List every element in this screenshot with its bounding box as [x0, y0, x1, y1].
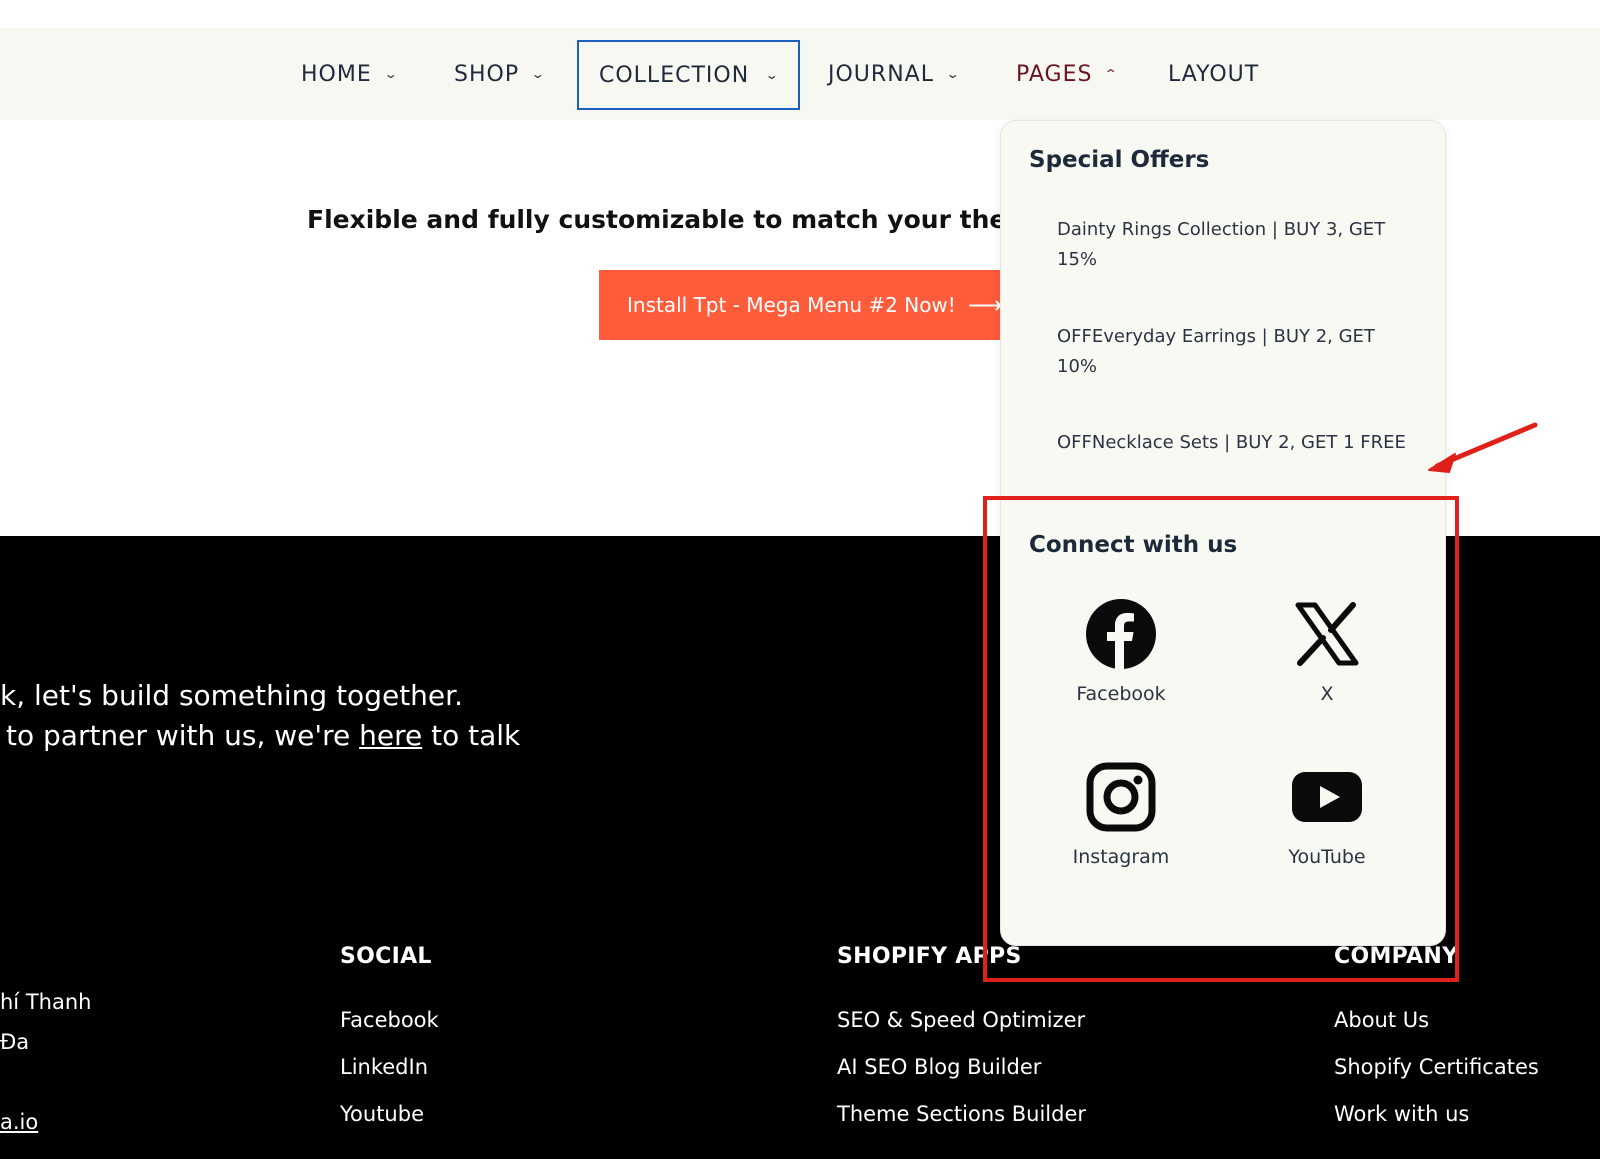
footer-link[interactable]: SEO & Speed Optimizer — [837, 1008, 1085, 1032]
nav-label: COLLECTION — [599, 62, 750, 88]
nav-item-journal[interactable]: JOURNAL ⌄ — [828, 28, 962, 120]
offer-link[interactable]: OFFEveryday Earrings | BUY 2, GET 10% — [1057, 322, 1407, 382]
tagline-line-1: k, let's build something together. — [0, 679, 463, 712]
arrow-right-icon: ⟶ — [967, 291, 1003, 319]
offer-link[interactable]: OFFNecklace Sets | BUY 2, GET 1 FREE — [1057, 428, 1407, 458]
email-link[interactable]: a.io — [0, 1110, 38, 1134]
footer-link[interactable]: LinkedIn — [340, 1055, 428, 1079]
address-fragment: Đa — [0, 1030, 30, 1054]
install-cta-button[interactable]: Install Tpt - Mega Menu #2 Now! ⟶ — [599, 270, 1019, 340]
address-fragment: hí Thanh — [0, 990, 92, 1014]
tagline-text: to talk — [422, 719, 521, 752]
chevron-down-icon: ⌄ — [945, 67, 962, 81]
chevron-down-icon: ⌄ — [383, 67, 400, 81]
nav-label: HOME — [301, 61, 372, 87]
nav-item-pages[interactable]: PAGES ⌃ — [1016, 28, 1118, 120]
chevron-up-icon: ⌃ — [1104, 67, 1120, 81]
chevron-down-icon: ⌄ — [764, 68, 781, 82]
footer-col-title-social: SOCIAL — [340, 944, 432, 969]
annotation-arrow-icon — [1428, 422, 1538, 473]
footer-link[interactable]: About Us — [1334, 1008, 1429, 1032]
footer-tagline: k, let's build something together. to pa… — [0, 676, 520, 756]
nav-label: LAYOUT — [1168, 61, 1260, 87]
nav-item-shop[interactable]: SHOP ⌄ — [454, 28, 547, 120]
nav-label: JOURNAL — [828, 61, 934, 87]
special-offers-heading: Special Offers — [1029, 147, 1210, 173]
footer-link[interactable]: Youtube — [340, 1102, 424, 1126]
nav-item-home[interactable]: HOME ⌄ — [301, 28, 400, 120]
annotation-highlight-box — [983, 496, 1459, 982]
footer-link[interactable]: Shopify Certificates — [1334, 1055, 1539, 1079]
chevron-down-icon: ⌄ — [530, 67, 547, 81]
hero-headline: Flexible and fully customizable to match… — [307, 205, 1033, 234]
nav-label: PAGES — [1016, 61, 1093, 87]
footer-link[interactable]: AI SEO Blog Builder — [837, 1055, 1041, 1079]
contact-here-link[interactable]: here — [359, 719, 422, 752]
nav-item-layout[interactable]: LAYOUT — [1168, 28, 1259, 120]
footer-link[interactable]: Work with us — [1334, 1102, 1469, 1126]
tagline-line-2: to partner with us, we're here to talk — [0, 716, 520, 756]
nav-item-collection[interactable]: COLLECTION ⌄ — [577, 40, 801, 110]
cta-label: Install Tpt - Mega Menu #2 Now! — [627, 293, 956, 317]
main-navigation: HOME ⌄ SHOP ⌄ COLLECTION ⌄ JOURNAL ⌄ PAG… — [0, 28, 1600, 120]
tagline-text: to partner with us, we're — [6, 719, 360, 752]
offer-link[interactable]: Dainty Rings Collection | BUY 3, GET 15% — [1057, 215, 1407, 275]
nav-label: SHOP — [454, 61, 520, 87]
footer-link[interactable]: Theme Sections Builder — [837, 1102, 1086, 1126]
footer-link[interactable]: Facebook — [340, 1008, 439, 1032]
